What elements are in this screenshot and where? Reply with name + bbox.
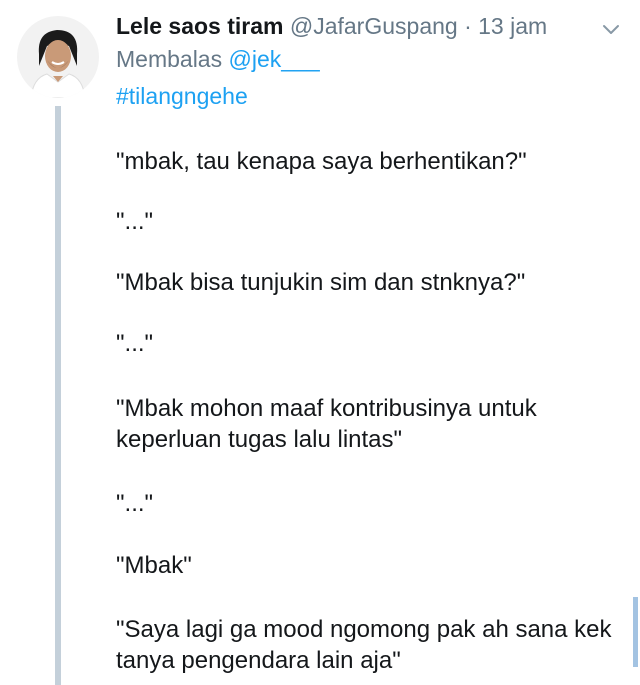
- tweet-paragraph: "...": [116, 208, 154, 235]
- chevron-down-icon: [603, 25, 619, 34]
- reply-context: Membalas @jek___: [116, 45, 320, 73]
- more-options-button[interactable]: [601, 22, 621, 36]
- avatar[interactable]: [17, 16, 99, 98]
- tweet-paragraph: "Mbak": [116, 552, 192, 579]
- tweet-paragraph: "mbak, tau kenapa saya berhentikan?": [116, 148, 527, 175]
- separator-dot: ·: [464, 13, 472, 39]
- display-name[interactable]: Lele saos tiram: [116, 13, 283, 39]
- reply-user-link[interactable]: @jek___: [229, 46, 320, 72]
- tweet-paragraph: "...": [116, 490, 154, 517]
- thread-line: [55, 106, 61, 685]
- tweet-paragraph: "...": [116, 330, 154, 357]
- timestamp[interactable]: 13 jam: [478, 13, 547, 39]
- avatar-photo-icon: [17, 16, 99, 98]
- reply-prefix: Membalas: [116, 46, 223, 72]
- tweet-paragraph: "Saya lagi ga mood ngomong pak ah sana k…: [116, 616, 612, 674]
- hashtag-link[interactable]: #tilangngehe: [116, 82, 248, 110]
- tweet-paragraph: "Mbak bisa tunjukin sim dan stnknya?": [116, 269, 526, 296]
- scrollbar-thumb[interactable]: [633, 597, 638, 667]
- tweet-header: Lele saos tiram @JafarGuspang · 13 jam: [116, 12, 547, 40]
- tweet-paragraph: "Mbak mohon maaf kontribusinya untuk kep…: [116, 395, 537, 453]
- user-handle[interactable]: @JafarGuspang: [290, 13, 458, 39]
